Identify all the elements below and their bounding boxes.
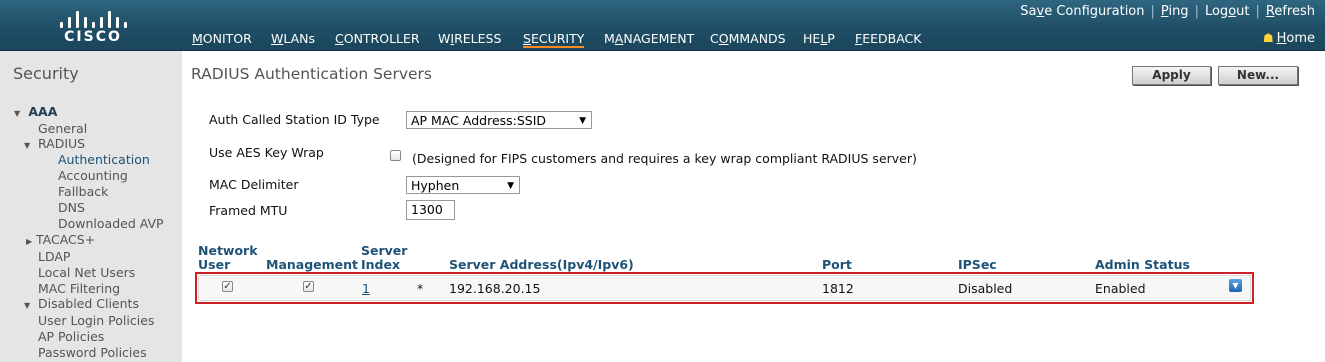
header-port: Port [822, 257, 852, 272]
home-link[interactable]: ☗ Home [1263, 31, 1315, 46]
sidebar-item-local-net-users[interactable]: Local Net Users [38, 265, 135, 280]
cisco-logo: CISCO [53, 6, 133, 46]
sidebar-item-dns[interactable]: DNS [58, 200, 85, 215]
dropdown-arrow-icon: ▼ [507, 181, 514, 191]
sidebar-item-disabled-clients[interactable]: ▼ Disabled Clients [24, 296, 139, 311]
menu-management[interactable]: MANAGEMENT [604, 31, 694, 46]
new-button[interactable]: New... [1218, 66, 1298, 85]
header-network-user: Network User [198, 243, 258, 272]
sidebar-item-general[interactable]: General [38, 121, 87, 136]
cisco-bars-icon [60, 6, 127, 28]
auth-called-station-label: Auth Called Station ID Type [209, 112, 380, 127]
menu-commands[interactable]: COMMANDS [710, 31, 786, 46]
management-checkbox[interactable]: ✓ [303, 281, 314, 292]
menu-controller[interactable]: CONTROLLER [335, 31, 420, 46]
server-address-cell: 192.168.20.15 [449, 281, 541, 296]
save-configuration-link[interactable]: Save Configuration [1020, 4, 1144, 19]
framed-mtu-input[interactable]: 1300 [406, 200, 455, 220]
auth-called-station-select[interactable]: AP MAC Address:SSID ▼ [406, 111, 592, 129]
page-title: RADIUS Authentication Servers [191, 65, 432, 83]
header-admin-status: Admin Status [1095, 257, 1190, 272]
admin-status-cell: Enabled [1095, 281, 1146, 296]
sidebar-item-ldap[interactable]: LDAP [38, 249, 70, 264]
mac-delimiter-label: MAC Delimiter [209, 177, 299, 192]
header-server-index: Server Index [361, 243, 408, 272]
expanded-triangle-icon: ▼ [24, 141, 31, 150]
header-management: Management [266, 257, 359, 272]
apply-button[interactable]: Apply [1132, 66, 1211, 85]
header-ipsec: IPSec [958, 257, 997, 272]
expanded-triangle-icon: ▼ [24, 301, 31, 310]
dropdown-arrow-icon: ▼ [579, 116, 586, 126]
aes-key-wrap-checkbox[interactable] [390, 150, 401, 161]
sidebar-title: Security [13, 64, 79, 83]
row-action-dropdown-icon[interactable]: ▼ [1229, 279, 1242, 292]
sidebar-item-aaa[interactable]: ▼ AAA [14, 104, 57, 119]
sidebar-item-accounting[interactable]: Accounting [58, 168, 128, 183]
home-icon: ☗ [1262, 31, 1274, 45]
sidebar-item-ap-policies[interactable]: AP Policies [38, 329, 104, 344]
aes-key-wrap-note: (Designed for FIPS customers and require… [412, 151, 917, 166]
top-links: Save Configuration | Ping | Logout | Refresh [1020, 4, 1315, 19]
server-marker: * [417, 281, 424, 296]
mac-delimiter-select[interactable]: Hyphen ▼ [406, 176, 520, 194]
aes-key-wrap-label: Use AES Key Wrap [209, 145, 324, 160]
logout-link[interactable]: Logout [1205, 4, 1250, 19]
ping-link[interactable]: Ping [1161, 4, 1189, 19]
menu-help[interactable]: HELP [803, 31, 835, 46]
menu-security[interactable]: SECURITY [523, 31, 585, 48]
top-header: CISCO MONITOR WLANs CONTROLLER WIRELESS … [0, 0, 1325, 51]
sidebar-item-user-login-policies[interactable]: User Login Policies [38, 313, 154, 328]
network-user-checkbox[interactable]: ✓ [222, 281, 233, 292]
port-cell: 1812 [822, 281, 854, 296]
menu-feedback[interactable]: FEEDBACK [855, 31, 921, 46]
cisco-wordmark: CISCO [64, 29, 122, 45]
menu-monitor[interactable]: MONITOR [192, 31, 252, 46]
sidebar-item-tacacs[interactable]: ▶ TACACS+ [26, 232, 95, 247]
menu-wireless[interactable]: WIRELESS [438, 31, 501, 46]
collapsed-triangle-icon: ▶ [26, 237, 33, 246]
sidebar-item-downloaded-avp[interactable]: Downloaded AVP [58, 216, 164, 231]
sidebar-item-authentication[interactable]: Authentication [58, 152, 150, 167]
refresh-link[interactable]: Refresh [1266, 4, 1315, 19]
ipsec-cell: Disabled [958, 281, 1013, 296]
sidebar-item-radius[interactable]: ▼ RADIUS [24, 136, 85, 151]
sidebar-item-password-policies[interactable]: Password Policies [38, 345, 147, 360]
sidebar-item-mac-filtering[interactable]: MAC Filtering [38, 281, 120, 296]
expanded-triangle-icon: ▼ [14, 109, 21, 118]
server-index-link[interactable]: 1 [362, 281, 370, 296]
framed-mtu-label: Framed MTU [209, 203, 288, 218]
header-server-address: Server Address(Ipv4/Ipv6) [449, 257, 634, 272]
menu-wlans[interactable]: WLANs [271, 31, 315, 46]
sidebar-item-fallback[interactable]: Fallback [58, 184, 108, 199]
